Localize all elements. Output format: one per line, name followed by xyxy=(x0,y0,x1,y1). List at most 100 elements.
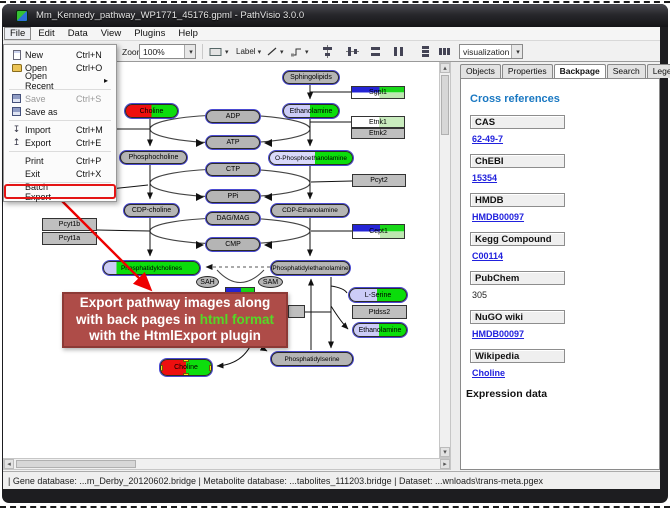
menubar-item-plugins[interactable]: Plugins xyxy=(128,27,171,40)
backpage-link[interactable]: HMDB00097 xyxy=(472,329,524,339)
pathway-node-phosphocholine[interactable]: Phosphocholine xyxy=(120,151,187,164)
backpage-section-hmdb: HMDBHMDB00097 xyxy=(470,193,659,222)
backpage-link[interactable]: 15354 xyxy=(472,173,497,183)
zoom-caret-icon[interactable]: ▾ xyxy=(184,45,195,58)
pathway-node-sah[interactable]: SAH xyxy=(196,276,219,288)
file-menu-item-batch-export[interactable]: Batch Export xyxy=(5,185,115,198)
file-menu-item-save[interactable]: SaveCtrl+S xyxy=(5,92,115,105)
canvas-vertical-scrollbar[interactable]: ▴ ▾ xyxy=(439,62,451,458)
pathway-node-cept1[interactable]: Cept1 xyxy=(352,224,405,239)
backpage-link[interactable]: C00114 xyxy=(472,251,503,261)
line-tool-icon xyxy=(266,46,278,57)
node-label: Cept1 xyxy=(369,228,388,235)
file-menu-item-new[interactable]: NewCtrl+N xyxy=(5,48,115,61)
pathway-node-pcyt2[interactable]: Pcyt2 xyxy=(352,174,406,187)
pathway-node-adp[interactable]: ADP xyxy=(206,110,260,123)
zoom-combobox[interactable]: 100% ▾ xyxy=(139,44,196,59)
pathway-node-o-phosphoethanolamine[interactable]: O-Phosphoethanolamine xyxy=(269,151,353,165)
menu-separator xyxy=(9,151,111,152)
pathway-node-pcyt1a[interactable]: Pcyt1a xyxy=(42,232,97,245)
tab-backpage[interactable]: Backpage xyxy=(554,64,606,79)
connector-tool-button[interactable]: ▾ xyxy=(288,44,311,59)
align-center-vertical-button[interactable] xyxy=(344,44,361,59)
stack-horizontal-icon xyxy=(438,45,451,58)
tab-properties[interactable]: Properties xyxy=(502,64,553,78)
file-menu-item-save-as[interactable]: Save as xyxy=(5,105,115,118)
pathway-node-dag-mag[interactable]: DAG/MAG xyxy=(206,212,260,225)
menubar-item-edit[interactable]: Edit xyxy=(32,27,60,40)
pathway-node-etnk2[interactable]: Etnk2 xyxy=(351,128,405,139)
file-menu-item-import[interactable]: ↧ImportCtrl+M xyxy=(5,123,115,136)
pathway-node-sam[interactable]: SAM xyxy=(258,276,283,288)
backpage-link[interactable]: HMDB00097 xyxy=(472,212,524,222)
common-height-icon xyxy=(392,45,405,58)
scroll-left-icon[interactable]: ◂ xyxy=(4,459,14,469)
pathway-node-phosphatidylcholines[interactable]: Phosphatidylcholines xyxy=(103,261,200,275)
pathway-node-pcyt1b[interactable]: Pcyt1b xyxy=(42,218,97,231)
expression-data-heading: Expression data xyxy=(466,388,659,400)
pathway-node-cdp-ethanolamine[interactable]: CDP-Ethanolamine xyxy=(271,204,349,217)
pathway-node-phosphatidylserine[interactable]: Phosphatidylserine xyxy=(271,352,353,366)
file-menu-item-export[interactable]: ↥ExportCtrl+E xyxy=(5,136,115,149)
pathway-node-cmp[interactable]: CMP xyxy=(206,238,260,251)
file-menu-item-open-recent[interactable]: Open Recent▸ xyxy=(5,74,115,87)
tab-search[interactable]: Search xyxy=(607,64,646,78)
scroll-up-icon[interactable]: ▴ xyxy=(440,63,450,73)
common-height-button[interactable] xyxy=(390,44,407,59)
selection-handle[interactable] xyxy=(209,365,212,371)
pathway-node-choline[interactable]: Choline xyxy=(160,359,212,376)
menubar-item-help[interactable]: Help xyxy=(172,27,204,40)
visualization-combobox[interactable]: visualization ▾ xyxy=(459,44,523,59)
pathway-node-sphingolipids[interactable]: Sphingolipids xyxy=(283,71,339,84)
import-icon: ↧ xyxy=(8,125,25,134)
tab-legend[interactable]: Legend xyxy=(647,64,670,78)
file-menu-item-exit[interactable]: ExitCtrl+X xyxy=(5,167,115,180)
selection-handle[interactable] xyxy=(160,373,163,376)
pathway-node-ppi[interactable]: PPi xyxy=(206,190,260,203)
common-width-button[interactable] xyxy=(367,44,384,59)
backpage-section-kegg-compound: Kegg CompoundC00114 xyxy=(470,232,659,261)
pathway-node-ctp[interactable]: CTP xyxy=(206,163,260,176)
pathway-node[interactable] xyxy=(288,305,305,318)
scroll-right-icon[interactable]: ▸ xyxy=(440,459,450,469)
pathway-node-choline[interactable]: Choline xyxy=(125,104,178,118)
callout-text-post: with the HtmlExport plugin xyxy=(89,328,261,343)
backpage-link[interactable]: Choline xyxy=(472,368,505,378)
pathway-node-phosphatidylethanolamine[interactable]: Phosphatidylethanolamine xyxy=(271,261,350,275)
scroll-down-icon[interactable]: ▾ xyxy=(440,447,450,457)
canvas-horizontal-scrollbar[interactable]: ◂ ▸ xyxy=(3,458,451,470)
label-tool-button[interactable]: Label▾ xyxy=(234,44,263,59)
vscroll-thumb[interactable] xyxy=(441,75,449,135)
menubar-item-data[interactable]: Data xyxy=(62,27,94,40)
datanode-tool-button[interactable]: ▾ xyxy=(207,44,231,59)
menubar-item-view[interactable]: View xyxy=(95,27,127,40)
file-menu-dropdown: NewCtrl+NOpenCtrl+OOpen Recent▸SaveCtrl+… xyxy=(3,44,117,202)
visualization-caret-icon[interactable]: ▾ xyxy=(511,45,522,58)
panel-splitter[interactable] xyxy=(451,62,460,470)
selection-handle[interactable] xyxy=(209,373,212,376)
node-label: ADP xyxy=(226,113,240,120)
stack-vertical-button[interactable] xyxy=(417,44,434,59)
hscroll-thumb[interactable] xyxy=(16,460,136,468)
pathway-node-ptdss2[interactable]: Ptdss2 xyxy=(352,305,407,319)
selection-handle[interactable] xyxy=(160,359,163,362)
menu-item-shortcut: Ctrl+X xyxy=(76,169,112,179)
pathway-node-sgpl1[interactable]: Sgpl1 xyxy=(351,86,405,99)
pathway-node-etnk1[interactable]: Etnk1 xyxy=(351,116,405,128)
pathway-node-atp[interactable]: ATP xyxy=(206,136,260,149)
selection-handle[interactable] xyxy=(209,359,212,362)
selection-handle[interactable] xyxy=(183,373,189,376)
menubar-item-file[interactable]: File xyxy=(4,27,31,40)
line-tool-button[interactable]: ▾ xyxy=(264,44,286,59)
pathway-node-ethanolamine[interactable]: Ethanolamine xyxy=(283,104,339,118)
file-menu-item-print[interactable]: PrintCtrl+P xyxy=(5,154,115,167)
backpage-link[interactable]: 62-49-7 xyxy=(472,134,503,144)
selection-handle[interactable] xyxy=(183,359,189,362)
pathway-node-l-serine[interactable]: L-Serine xyxy=(349,288,407,302)
stack-horizontal-button[interactable] xyxy=(436,44,453,59)
pathway-node-ethanolamine[interactable]: Ethanolamine xyxy=(353,323,407,337)
selection-handle[interactable] xyxy=(160,365,163,371)
align-center-horizontal-button[interactable] xyxy=(319,44,336,59)
tab-objects[interactable]: Objects xyxy=(460,64,501,78)
pathway-node-cdp-choline[interactable]: CDP-choline xyxy=(124,204,179,217)
